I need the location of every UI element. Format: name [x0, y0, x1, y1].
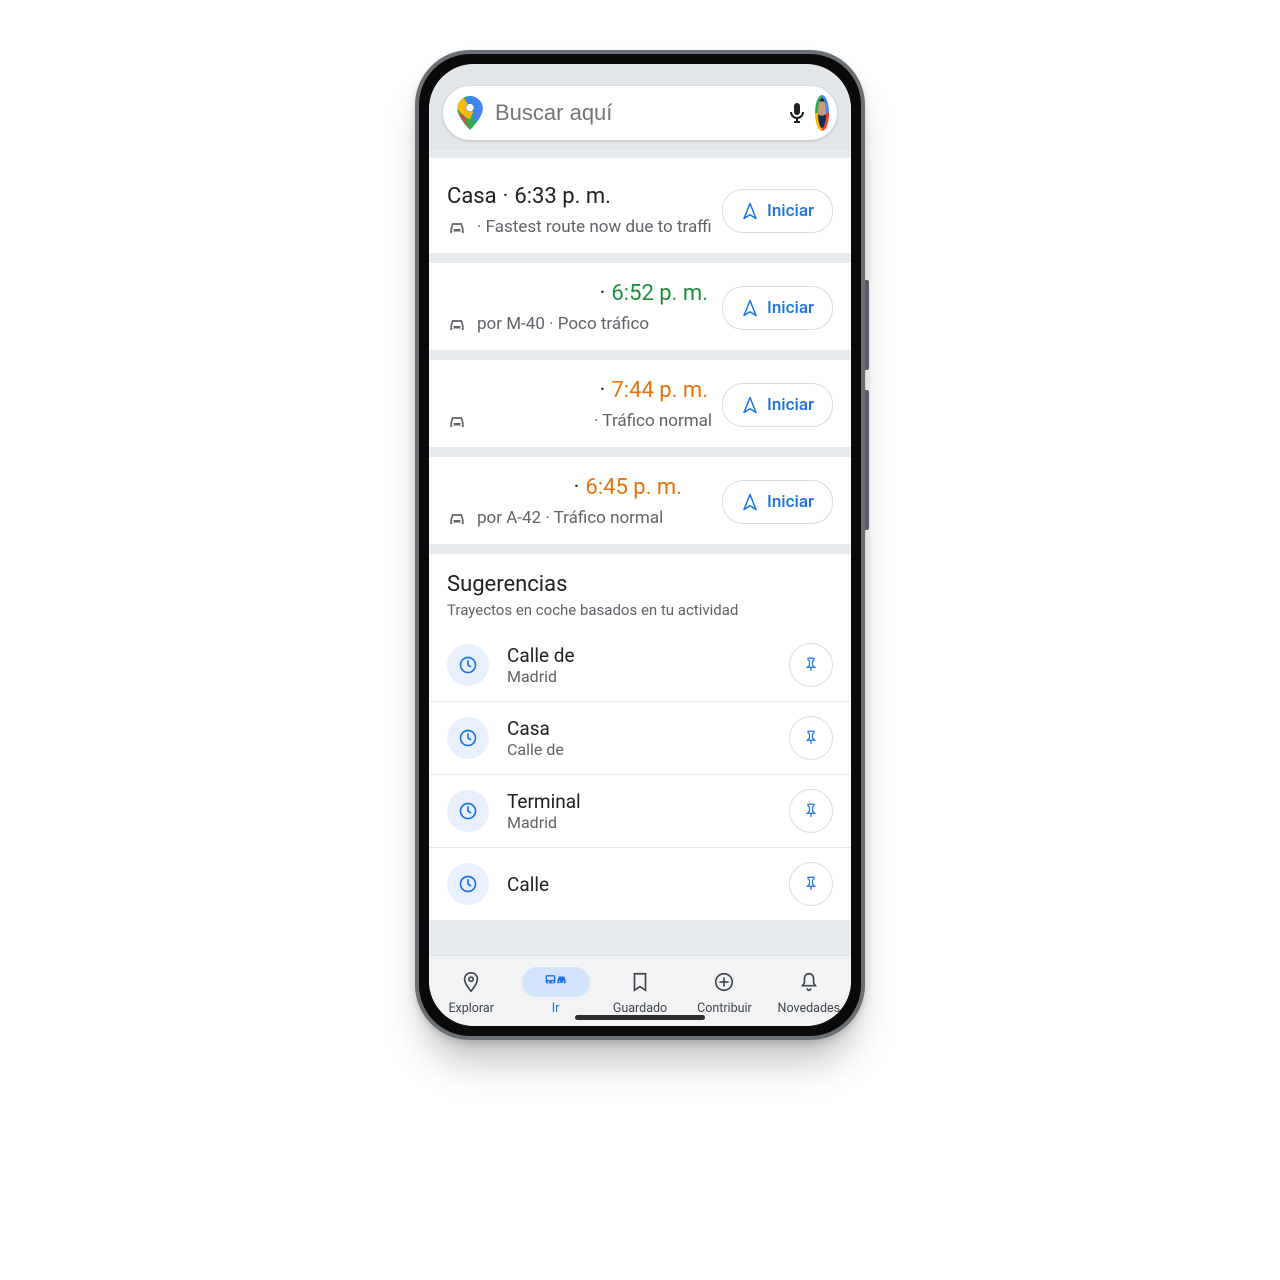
route-detail: por A-42 · Tráfico normal	[477, 508, 663, 528]
route-card[interactable]: · 6:45 p. m. por A-42 · Tráfico normal	[429, 457, 851, 544]
route-detail: · Tráfico normal	[477, 411, 712, 431]
clock-icon	[447, 863, 489, 905]
plus-circle-icon	[713, 971, 735, 993]
nav-item-explorar[interactable]: Explorar	[429, 956, 513, 1026]
car-icon	[447, 413, 467, 429]
car-icon	[447, 316, 467, 332]
start-label: Iniciar	[767, 395, 814, 415]
gesture-bar	[575, 1015, 705, 1020]
suggestion-name: Calle de	[507, 644, 789, 667]
search-input[interactable]	[493, 99, 785, 127]
volume-button	[865, 390, 869, 530]
google-maps-logo-icon	[457, 96, 483, 130]
route-card[interactable]: Casa · 6:33 p. m. · Fastest route now du…	[429, 158, 851, 253]
suggestion-city: Madrid	[507, 813, 789, 832]
bell-icon	[798, 971, 820, 993]
arrival-time: 6:52 p. m.	[611, 281, 708, 306]
suggestions-section: Sugerencias Trayectos en coche basados e…	[429, 554, 851, 920]
screen: Casa · 6:33 p. m. · Fastest route now du…	[429, 64, 851, 1026]
pin-button[interactable]	[789, 643, 833, 687]
start-label: Iniciar	[767, 492, 814, 512]
directions-icon	[545, 971, 567, 993]
suggestions-subtitle: Trayectos en coche basados en tu activid…	[429, 601, 851, 629]
profile-avatar[interactable]	[815, 95, 829, 131]
start-button[interactable]: Iniciar	[722, 189, 833, 233]
start-button[interactable]: Iniciar	[722, 480, 833, 524]
start-button[interactable]: Iniciar	[722, 286, 833, 330]
suggestion-city: Madrid	[507, 667, 789, 686]
nav-label: Guardado	[613, 1001, 667, 1016]
arrival-time: 6:33 p. m.	[514, 184, 611, 209]
content-area: Casa · 6:33 p. m. · Fastest route now du…	[429, 158, 851, 956]
suggestion-name: Casa	[507, 717, 789, 740]
navigation-arrow-icon	[741, 493, 759, 511]
nav-label: Novedades	[778, 1001, 841, 1016]
car-icon	[447, 219, 467, 235]
route-card[interactable]: · 7:44 p. m. · Tráfico normal	[429, 360, 851, 447]
navigation-arrow-icon	[741, 396, 759, 414]
navigation-arrow-icon	[741, 202, 759, 220]
nav-label: Ir	[552, 1001, 560, 1016]
destination-name: Casa	[447, 184, 497, 209]
pin-button[interactable]	[789, 716, 833, 760]
search-bar[interactable]	[443, 86, 837, 140]
arrival-time: 7:44 p. m.	[611, 378, 708, 403]
phone-frame: Casa · 6:33 p. m. · Fastest route now du…	[415, 50, 865, 1040]
clock-icon	[447, 644, 489, 686]
start-button[interactable]: Iniciar	[722, 383, 833, 427]
pin-button[interactable]	[789, 789, 833, 833]
suggestion-name: Terminal	[507, 790, 789, 813]
map-pin-icon	[460, 971, 482, 993]
navigation-arrow-icon	[741, 299, 759, 317]
nav-label: Contribuir	[697, 1001, 752, 1016]
route-card[interactable]: · 6:52 p. m. por M-40 · Poco tráfico	[429, 263, 851, 350]
nav-item-novedades[interactable]: Novedades	[767, 956, 851, 1026]
route-detail: · Fastest route now due to traffi	[477, 217, 712, 237]
suggestion-row[interactable]: Casa Calle de	[429, 702, 851, 775]
suggestion-row[interactable]: Calle de Madrid	[429, 629, 851, 702]
start-label: Iniciar	[767, 201, 814, 221]
power-button	[865, 280, 869, 370]
suggestion-city: Calle de	[507, 740, 789, 759]
pin-button[interactable]	[789, 862, 833, 906]
clock-icon	[447, 717, 489, 759]
microphone-icon[interactable]	[785, 96, 809, 130]
stage: Casa · 6:33 p. m. · Fastest route now du…	[0, 0, 1280, 1280]
route-detail: por M-40 · Poco tráfico	[477, 314, 649, 334]
suggestion-row[interactable]: Terminal Madrid	[429, 775, 851, 848]
search-bar-area	[429, 64, 851, 150]
suggestion-name: Calle	[507, 873, 789, 896]
suggestion-row[interactable]: Calle	[429, 848, 851, 920]
suggestions-title: Sugerencias	[429, 572, 851, 597]
clock-icon	[447, 790, 489, 832]
nav-label: Explorar	[448, 1001, 494, 1016]
car-icon	[447, 510, 467, 526]
start-label: Iniciar	[767, 298, 814, 318]
bookmark-icon	[629, 971, 651, 993]
arrival-time: 6:45 p. m.	[585, 475, 682, 500]
